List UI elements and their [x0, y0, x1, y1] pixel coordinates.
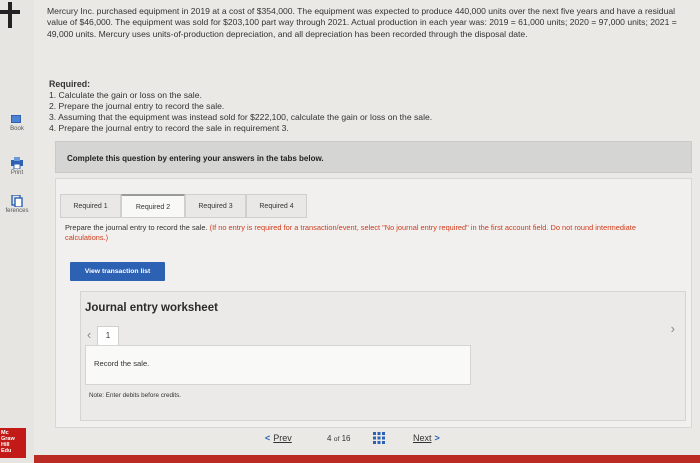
- chevron-left-icon: <: [265, 433, 271, 443]
- tab-required-2[interactable]: Required 2: [121, 194, 185, 218]
- add-icon[interactable]: [0, 0, 22, 30]
- print-icon: [11, 157, 23, 169]
- sidebar-item-print[interactable]: Print: [0, 157, 34, 176]
- required-item: 2. Prepare the journal entry to record t…: [49, 101, 225, 111]
- page-current: 4: [327, 434, 332, 443]
- chevron-right-icon: >: [434, 433, 440, 443]
- entry-number[interactable]: 1: [97, 326, 119, 346]
- sidebar-label-references: ferences: [5, 208, 29, 214]
- worksheet-note: Note: Enter debits before credits.: [89, 392, 182, 399]
- tab-required-4[interactable]: Required 4: [246, 194, 307, 218]
- page-total: 16: [341, 434, 351, 443]
- record-sale-text: Record the sale.: [94, 359, 150, 368]
- tab-required-3[interactable]: Required 3: [185, 194, 246, 218]
- tab-required-1[interactable]: Required 1: [60, 194, 121, 218]
- grid-icon[interactable]: [373, 432, 385, 444]
- sidebar-item-references[interactable]: ferences: [0, 195, 34, 214]
- required-item: 4. Prepare the journal entry to record t…: [49, 123, 289, 133]
- references-icon: [11, 195, 23, 207]
- instructions-main: Prepare the journal entry to record the …: [65, 223, 208, 232]
- prev-label: Prev: [273, 433, 292, 443]
- page-indicator: 4 of 16: [327, 434, 351, 443]
- problem-text: Mercury Inc. purchased equipment in 2019…: [47, 6, 677, 39]
- view-transaction-list-button[interactable]: View transaction list: [70, 262, 165, 281]
- brand-bar: [34, 455, 700, 463]
- question-panel: Required 1 Required 2 Required 3 Require…: [55, 178, 692, 428]
- instructions: Prepare the journal entry to record the …: [65, 223, 673, 243]
- sidebar-item-book[interactable]: Book: [0, 113, 34, 132]
- journal-entry-worksheet: Journal entry worksheet ‹ 1 › Record the…: [80, 291, 686, 421]
- page-of: of: [333, 436, 340, 443]
- prev-button[interactable]: < Prev: [265, 433, 292, 443]
- sidebar-label-print: Print: [10, 170, 24, 176]
- worksheet-title: Journal entry worksheet: [85, 302, 218, 314]
- book-icon: [11, 115, 21, 123]
- next-button[interactable]: Next >: [413, 433, 440, 443]
- complete-banner: Complete this question by entering your …: [55, 141, 692, 173]
- required-item: 1. Calculate the gain or loss on the sal…: [49, 90, 202, 100]
- chevron-left-icon[interactable]: ‹: [87, 327, 91, 342]
- next-label: Next: [413, 433, 432, 443]
- required-list: 1. Calculate the gain or loss on the sal…: [49, 90, 432, 134]
- complete-banner-text: Complete this question by entering your …: [67, 154, 324, 163]
- left-rail: Book Print ferences Mc Graw Hill Edu: [0, 0, 34, 463]
- required-heading: Required:: [49, 79, 91, 89]
- required-item: 3. Assuming that the equipment was inste…: [49, 112, 433, 122]
- sidebar-label-book: Book: [10, 126, 24, 132]
- chevron-right-icon[interactable]: ›: [671, 321, 675, 336]
- entry-description-box: Record the sale.: [85, 345, 471, 385]
- problem-statement: Mercury Inc. purchased equipment in 2019…: [47, 6, 687, 40]
